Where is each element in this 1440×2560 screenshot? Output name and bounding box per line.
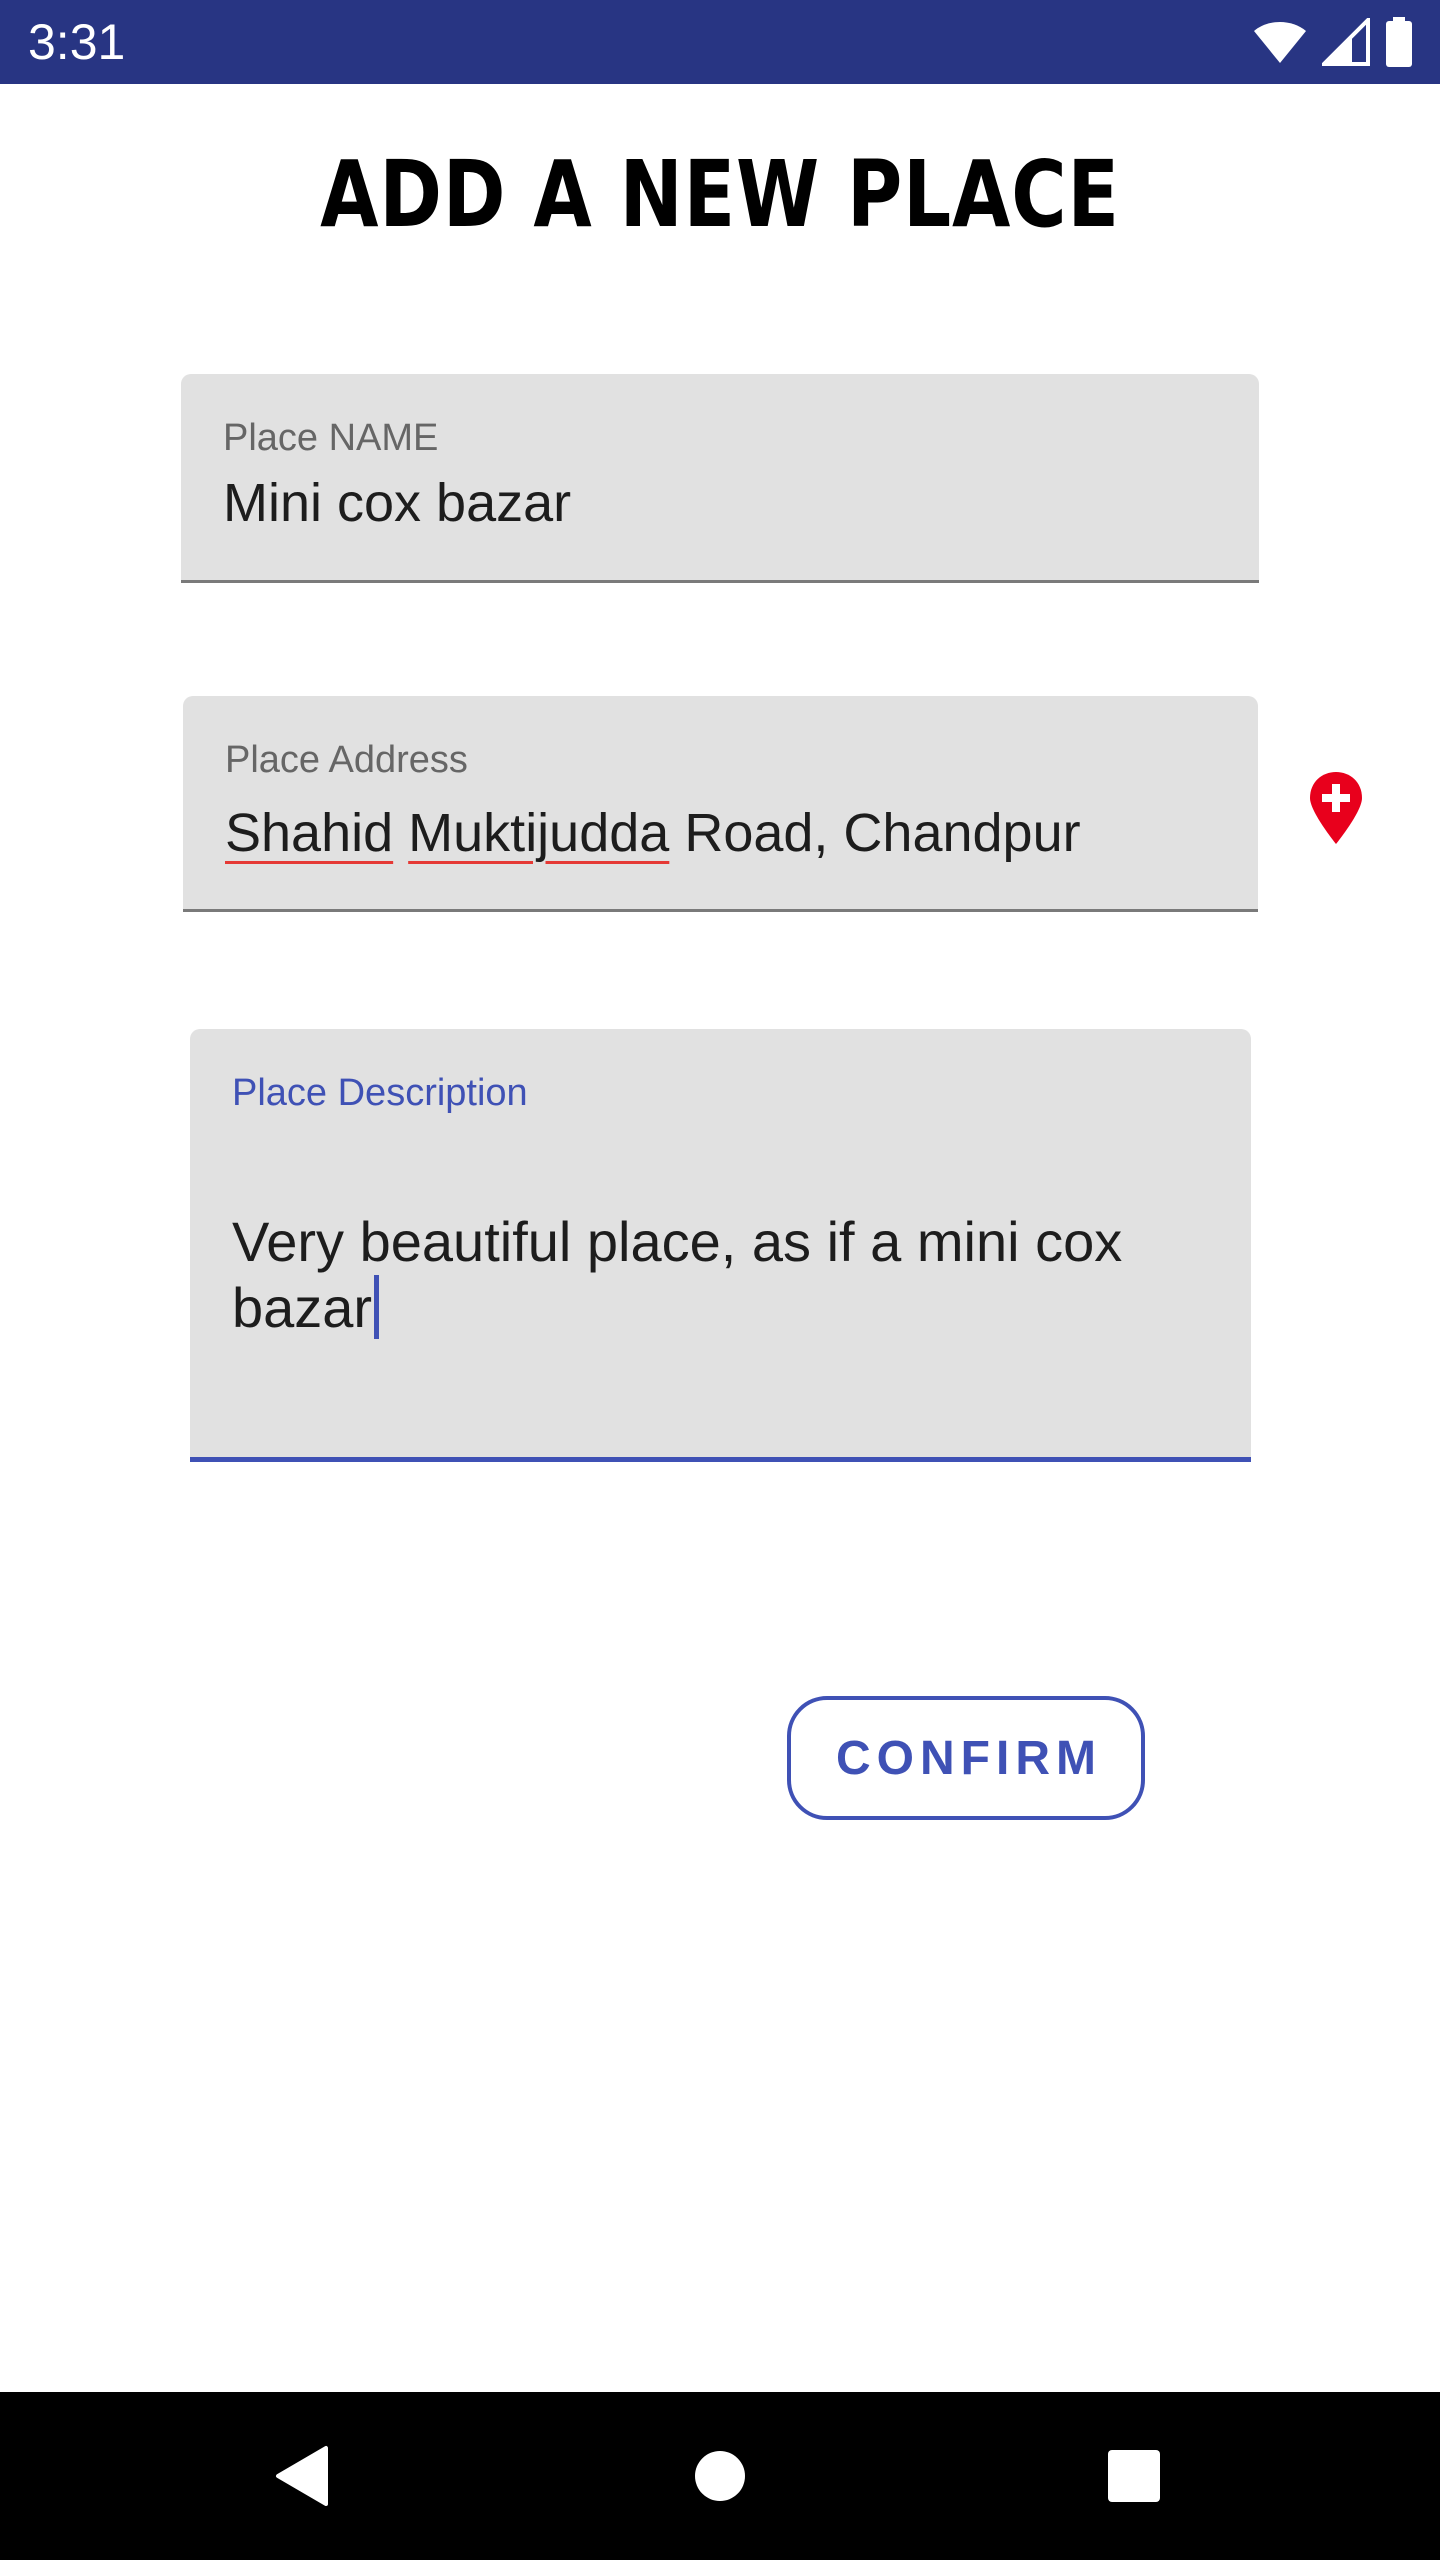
place-address-field[interactable]: Place Address Shahid Muktijudda Road, Ch… <box>183 696 1258 912</box>
misspelled-word: Shahid <box>225 803 394 863</box>
add-location-icon[interactable] <box>1306 770 1366 846</box>
place-address-underline <box>183 909 1258 912</box>
status-icons <box>1252 16 1414 68</box>
misspelled-word: Muktijudda <box>408 803 670 863</box>
back-icon <box>276 2446 328 2506</box>
wifi-icon <box>1254 22 1306 63</box>
navigation-bar <box>0 2392 1440 2560</box>
place-address-value: Shahid Muktijudda Road, Chandpur <box>225 800 1081 866</box>
recents-icon <box>1108 2450 1160 2502</box>
place-name-underline <box>181 580 1259 583</box>
place-description-label: Place Description <box>232 1072 528 1114</box>
place-description-text: Very beautiful place, as if a mini cox b… <box>232 1210 1123 1339</box>
status-bar: 3:31 <box>0 0 1440 84</box>
place-name-value: Mini cox bazar <box>223 473 572 533</box>
place-description-underline <box>190 1457 1251 1462</box>
signal-icon <box>1322 18 1370 66</box>
back-button[interactable] <box>222 2392 382 2560</box>
status-time: 3:31 <box>28 14 126 70</box>
place-description-field[interactable]: Place Description Very beautiful place, … <box>190 1029 1251 1462</box>
place-description-value: Very beautiful place, as if a mini cox b… <box>232 1209 1212 1341</box>
confirm-button[interactable]: CONFIRM <box>787 1696 1145 1820</box>
address-rest: Road, Chandpur <box>684 803 1081 863</box>
place-address-label: Place Address <box>225 739 468 781</box>
text-cursor <box>374 1275 380 1339</box>
place-name-label: Place NAME <box>223 417 439 459</box>
battery-icon <box>1386 17 1412 67</box>
place-name-field[interactable]: Place NAME Mini cox bazar <box>181 374 1259 583</box>
home-icon <box>695 2451 745 2501</box>
home-button[interactable] <box>640 2392 800 2560</box>
recents-button[interactable] <box>1054 2392 1214 2560</box>
page-title: ADD A NEW PLACE <box>320 141 1120 248</box>
